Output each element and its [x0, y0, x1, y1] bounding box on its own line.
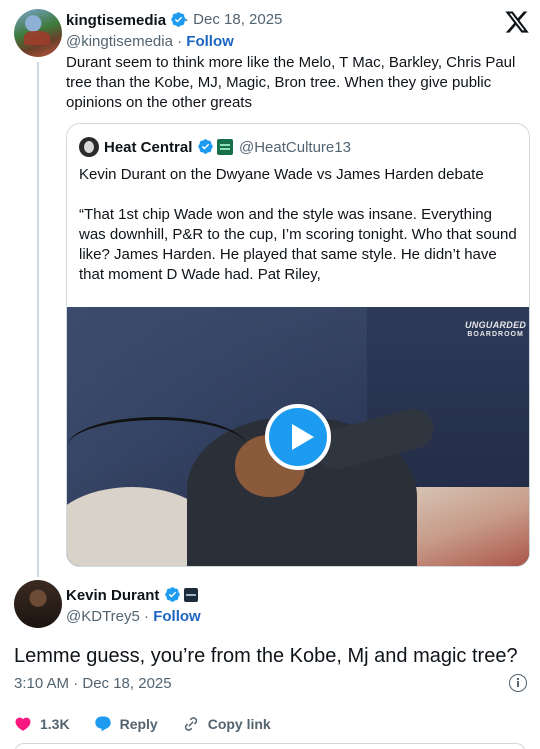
info-icon[interactable] — [509, 674, 527, 692]
separator: · — [177, 33, 183, 50]
quoted-handle: @HeatCulture13 — [239, 139, 351, 156]
reply-icon — [94, 716, 111, 732]
author-name[interactable]: kingtisemedia — [66, 11, 187, 29]
next-card-edge — [14, 743, 526, 749]
reply-label: Reply — [119, 716, 158, 732]
timestamp[interactable]: 3:10 AM · Dec 18, 2025 — [14, 675, 172, 692]
heart-icon — [15, 717, 31, 731]
avatar-heat-central — [79, 137, 99, 157]
x-logo-icon[interactable] — [504, 9, 530, 35]
verified-badge-icon — [164, 587, 180, 602]
author-name-text[interactable]: kingtisemedia — [66, 12, 166, 29]
like-count: 1.3K — [40, 716, 70, 732]
affiliate-badge-icon — [184, 588, 198, 602]
copy-link-label: Copy link — [207, 716, 271, 732]
reply-author-name-text[interactable]: Kevin Durant — [66, 587, 159, 604]
reply-text: Lemme guess, you’re from the Kobe, Mj an… — [14, 645, 518, 667]
action-bar: 1.3K Reply Copy link — [14, 714, 295, 734]
reply-handle[interactable]: @KDTrey5 — [66, 608, 140, 625]
quoted-text: Kevin Durant on the Dwyane Wade vs James… — [79, 165, 521, 305]
tweet-text: Durant seem to think more like the Melo,… — [66, 54, 516, 111]
copy-link-button[interactable]: Copy link — [182, 715, 271, 733]
like-button[interactable]: 1.3K — [14, 715, 70, 733]
quoted-author-name-text: Heat Central — [104, 139, 193, 156]
handle-row: @kingtisemedia · Follow — [66, 33, 234, 50]
quoted-text-line2: “That 1st chip Wade won and the style wa… — [79, 206, 517, 283]
thread-line — [37, 62, 39, 577]
avatar-kingtisemedia[interactable] — [14, 9, 62, 57]
reply-button[interactable]: Reply — [94, 715, 158, 733]
verified-badge-icon — [197, 139, 213, 154]
video-player[interactable]: UNGUARDED BOARDROOM — [67, 307, 529, 566]
video-watermark: UNGUARDED BOARDROOM — [465, 320, 526, 340]
quoted-tweet-card[interactable]: Heat Central @HeatCulture13 Kevin Durant… — [66, 123, 530, 567]
handle[interactable]: @kingtisemedia — [66, 33, 173, 50]
video-cable — [67, 417, 247, 477]
separator: · — [144, 608, 150, 625]
affiliate-badge-icon — [217, 139, 233, 155]
watermark-title: UNGUARDED — [465, 320, 527, 330]
quoted-author-name: Heat Central — [104, 138, 214, 156]
play-icon[interactable] — [265, 404, 331, 470]
quoted-text-line1: Kevin Durant on the Dwyane Wade vs James… — [79, 166, 484, 183]
reply-author-name[interactable]: Kevin Durant — [66, 586, 181, 604]
follow-button[interactable]: Follow — [153, 608, 201, 625]
tweet-date[interactable]: · Dec 18, 2025 — [184, 11, 282, 28]
avatar-kevin-durant[interactable] — [14, 580, 62, 628]
reply-handle-row: @KDTrey5 · Follow — [66, 608, 201, 625]
link-icon — [184, 717, 197, 731]
watermark-sub: BOARDROOM — [467, 331, 524, 338]
follow-button[interactable]: Follow — [186, 33, 234, 50]
